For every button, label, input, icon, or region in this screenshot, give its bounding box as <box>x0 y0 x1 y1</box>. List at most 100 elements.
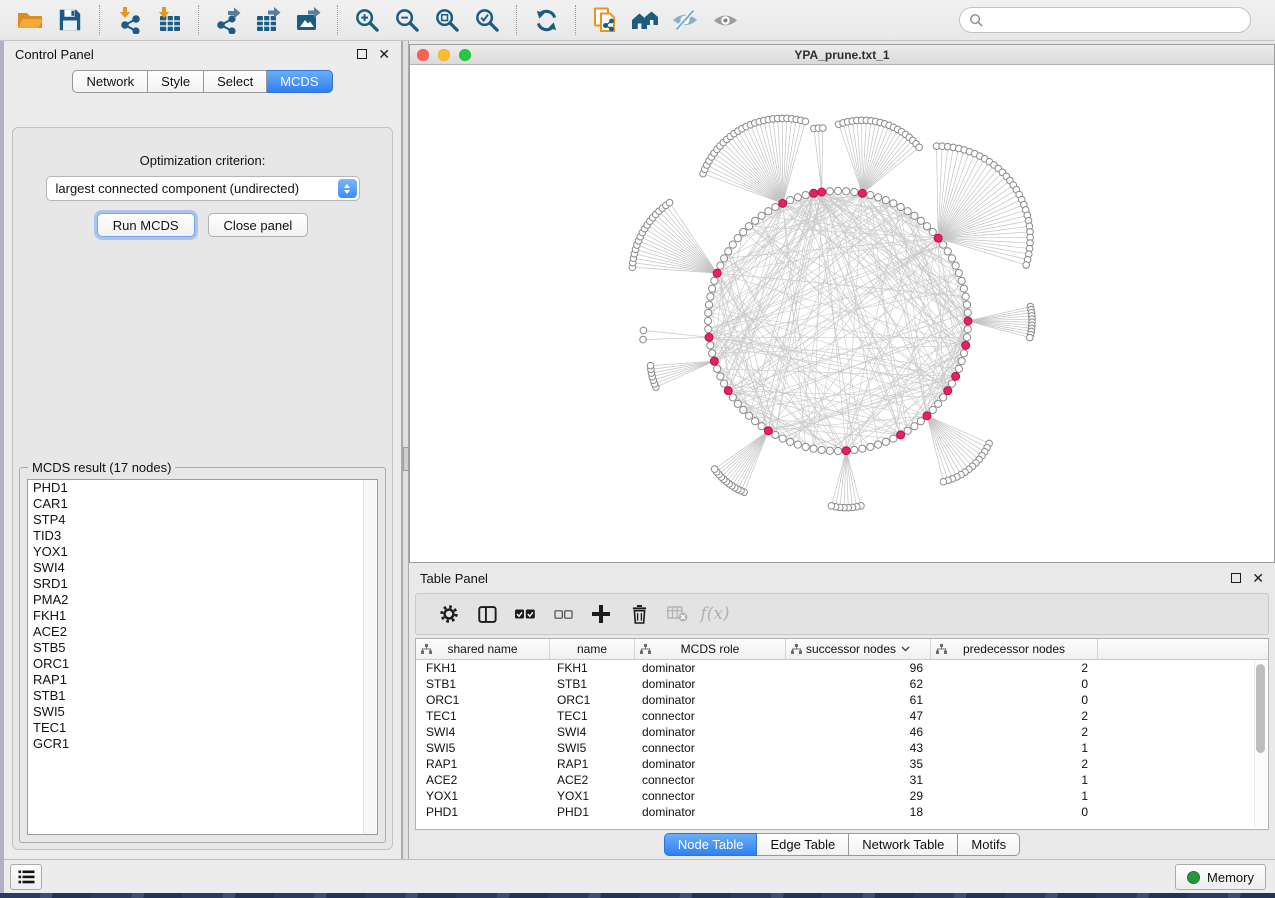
table-row[interactable]: PHD1PHD1dominator180 <box>416 804 1268 820</box>
criterion-dropdown[interactable]: largest connected component (undirected) <box>46 176 360 201</box>
float-window-icon[interactable] <box>357 49 367 59</box>
tab-node-table[interactable]: Node Table <box>664 833 758 856</box>
network-canvas[interactable] <box>410 65 1274 562</box>
close-panel-icon[interactable]: ✕ <box>1252 571 1264 585</box>
task-history-button[interactable] <box>10 864 42 890</box>
zoom-in-button[interactable] <box>349 3 385 37</box>
mcds-result-item[interactable]: FKH1 <box>28 608 377 624</box>
panel-splitter[interactable] <box>402 41 409 860</box>
mcds-result-item[interactable]: PMA2 <box>28 592 377 608</box>
mcds-result-item[interactable]: RAP1 <box>28 672 377 688</box>
add-column-button[interactable] <box>582 597 620 631</box>
mcds-result-item[interactable]: TEC1 <box>28 720 377 736</box>
mcds-result-item[interactable]: STB5 <box>28 640 377 656</box>
mcds-result-item[interactable]: SWI4 <box>28 560 377 576</box>
table-row[interactable]: ORC1ORC1dominator610 <box>416 692 1268 708</box>
dominator-node[interactable] <box>810 189 818 197</box>
table-row[interactable]: FKH1FKH1dominator962 <box>416 660 1268 676</box>
table-row[interactable]: TEC1TEC1connector472 <box>416 708 1268 724</box>
zoom-out-button[interactable] <box>389 3 425 37</box>
table-options-button[interactable] <box>430 597 468 631</box>
tab-mcds[interactable]: MCDS <box>267 70 332 93</box>
table-row[interactable]: YOX1YOX1connector291 <box>416 788 1268 804</box>
duplicate-network-button[interactable] <box>587 3 623 37</box>
tab-style[interactable]: Style <box>148 70 204 93</box>
mcds-result-item[interactable]: SRD1 <box>28 576 377 592</box>
tab-motifs[interactable]: Motifs <box>958 833 1020 856</box>
mcds-result-item[interactable]: YOX1 <box>28 544 377 560</box>
table-row[interactable]: SWI4SWI4dominator462 <box>416 724 1268 740</box>
table-row[interactable]: STB1STB1dominator620 <box>416 676 1268 692</box>
mcds-result-item[interactable]: PHD1 <box>28 480 377 496</box>
table-scrollbar-thumb[interactable] <box>1256 664 1265 753</box>
mcds-result-item[interactable]: STB1 <box>28 688 377 704</box>
column-header-name[interactable]: name <box>550 639 635 659</box>
column-chooser-button[interactable] <box>468 597 506 631</box>
mcds-result-item[interactable]: ACE2 <box>28 624 377 640</box>
mcds-result-item[interactable]: STP4 <box>28 512 377 528</box>
table-scrollbar[interactable] <box>1254 660 1267 828</box>
mcds-result-item[interactable]: GCR1 <box>28 736 377 752</box>
show-all-button[interactable] <box>707 3 743 37</box>
close-traffic-light-icon[interactable] <box>417 49 429 61</box>
export-table-button[interactable] <box>250 3 286 37</box>
mcds-result-item[interactable]: CAR1 <box>28 496 377 512</box>
dominator-node[interactable] <box>818 188 826 196</box>
dominator-node[interactable] <box>842 447 850 455</box>
dominator-node[interactable] <box>964 317 972 325</box>
column-header-shared-name[interactable]: shared name <box>416 639 550 659</box>
select-all-button[interactable] <box>506 597 544 631</box>
network-window-titlebar[interactable]: YPA_prune.txt_1 <box>410 45 1274 65</box>
export-image-button[interactable] <box>290 3 326 37</box>
search-input[interactable] <box>984 12 1241 29</box>
function-builder-button[interactable]: f(x) <box>696 597 734 631</box>
run-mcds-button[interactable]: Run MCDS <box>97 213 195 237</box>
tab-network-table[interactable]: Network Table <box>849 833 958 856</box>
dominator-node[interactable] <box>764 427 772 435</box>
hide-selected-button[interactable] <box>667 3 703 37</box>
maximize-traffic-light-icon[interactable] <box>459 49 471 61</box>
dominator-node[interactable] <box>724 387 732 395</box>
dominator-node[interactable] <box>779 199 787 207</box>
dominator-node[interactable] <box>858 189 866 197</box>
open-file-button[interactable] <box>12 3 48 37</box>
dominator-node[interactable] <box>962 341 970 349</box>
table-row[interactable]: ACE2ACE2connector311 <box>416 772 1268 788</box>
column-header-predecessor-nodes[interactable]: predecessor nodes <box>931 639 1098 659</box>
dominator-node[interactable] <box>934 234 942 242</box>
dominator-node[interactable] <box>705 333 713 341</box>
zoom-fit-button[interactable] <box>429 3 465 37</box>
zoom-selected-button[interactable] <box>469 3 505 37</box>
dominator-node[interactable] <box>952 372 960 380</box>
delete-column-button[interactable] <box>620 597 658 631</box>
refresh-layout-button[interactable] <box>528 3 564 37</box>
tab-network[interactable]: Network <box>72 70 148 93</box>
destroy-table-button[interactable] <box>658 597 696 631</box>
mcds-result-item[interactable]: TID3 <box>28 528 377 544</box>
list-scrollbar[interactable] <box>363 480 377 834</box>
dominator-node[interactable] <box>897 431 905 439</box>
import-network-button[interactable] <box>111 3 147 37</box>
column-header-mcds-role[interactable]: MCDS role <box>635 639 786 659</box>
mcds-result-item[interactable]: SWI5 <box>28 704 377 720</box>
memory-button[interactable]: Memory <box>1175 864 1266 890</box>
mcds-result-item[interactable]: ORC1 <box>28 656 377 672</box>
dominator-node[interactable] <box>923 412 931 420</box>
save-session-button[interactable] <box>52 3 88 37</box>
mcds-result-list[interactable]: PHD1CAR1STP4TID3YOX1SWI4SRD1PMA2FKH1ACE2… <box>27 479 378 835</box>
table-row[interactable]: SWI5SWI5connector431 <box>416 740 1268 756</box>
table-row[interactable]: RAP1RAP1dominator352 <box>416 756 1268 772</box>
tab-edge-table[interactable]: Edge Table <box>757 833 849 856</box>
unselect-all-button[interactable] <box>544 597 582 631</box>
close-panel-button[interactable]: Close panel <box>208 213 309 237</box>
dominator-node[interactable] <box>710 357 718 365</box>
float-window-icon[interactable] <box>1231 573 1241 583</box>
close-panel-icon[interactable]: ✕ <box>378 47 390 61</box>
minimize-traffic-light-icon[interactable] <box>438 49 450 61</box>
export-network-button[interactable] <box>210 3 246 37</box>
tab-select[interactable]: Select <box>204 70 267 93</box>
first-neighbors-button[interactable] <box>627 3 663 37</box>
dominator-node[interactable] <box>944 387 952 395</box>
column-header-successor-nodes[interactable]: successor nodes <box>786 639 931 659</box>
dominator-node[interactable] <box>713 269 721 277</box>
